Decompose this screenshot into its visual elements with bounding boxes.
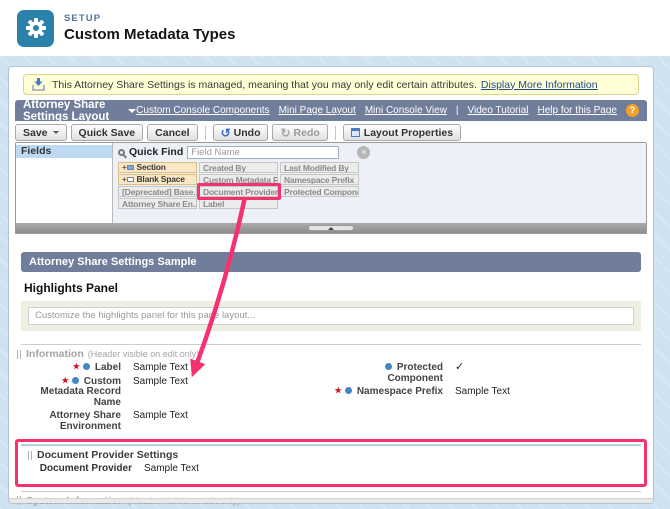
palette-item-last-modified-by[interactable]: Last Modified By	[280, 162, 359, 173]
layout-editor-panel: This Attorney Share Settings is managed,…	[8, 66, 654, 504]
managed-notice: This Attorney Share Settings is managed,…	[23, 74, 639, 95]
section-divider	[21, 491, 641, 492]
sample-value: Sample Text	[455, 387, 510, 398]
field-dot-icon	[72, 377, 79, 384]
field-row-document-provider[interactable]: Document Provider Sample Text	[28, 464, 634, 475]
section-name: Document Provider Settings	[37, 449, 178, 461]
clear-icon[interactable]: ×	[357, 146, 370, 159]
collapse-arrow-icon	[328, 224, 334, 230]
video-tutorial-link[interactable]: Video Tutorial	[468, 105, 529, 116]
mini-page-layout-link[interactable]: Mini Page Layout	[279, 105, 356, 116]
editor-toolbar: Save Quick Save Cancel ↺ Undo ↻ Redo Lay…	[13, 123, 649, 142]
palette-item-blank-space[interactable]: + Blank Space	[118, 174, 197, 185]
links-divider: |	[456, 105, 459, 116]
layout-title-menu[interactable]: Attorney Share Settings Layout	[23, 99, 136, 123]
required-icon: ★	[62, 376, 69, 385]
palette-item-namespace-prefix[interactable]: Namespace Prefix	[280, 174, 359, 185]
gear-icon	[17, 10, 54, 47]
palette-item-document-provider[interactable]: Document Provider	[199, 186, 278, 197]
chevron-down-icon	[53, 131, 59, 137]
field-row-attorney-share-environment[interactable]: Attorney Share Environment Sample Text	[17, 411, 331, 432]
field-dot-icon	[345, 387, 352, 394]
mini-console-view-link[interactable]: Mini Console View	[365, 105, 447, 116]
palette-item-custom-metadata-record-name[interactable]: Custom Metadata R...	[199, 174, 278, 185]
quick-find-input[interactable]	[187, 146, 339, 159]
palette-bottom-bar	[16, 223, 646, 233]
required-icon: ★	[335, 386, 342, 395]
sample-value: Sample Text	[144, 464, 199, 475]
plus-icon: +	[122, 162, 126, 173]
layout-properties-icon	[351, 128, 360, 137]
section-icon	[127, 165, 134, 170]
notice-text: This Attorney Share Settings is managed,…	[52, 79, 477, 91]
custom-console-components-link[interactable]: Custom Console Components	[136, 105, 269, 116]
setup-header: SETUP Custom Metadata Types	[0, 0, 670, 57]
highlights-panel-placeholder: Customize the highlights panel for this …	[28, 307, 634, 325]
palette-grid: + Section Created By Last Modified By + …	[118, 162, 641, 209]
palette-item-deprecated-base[interactable]: [Deprecated] Base...	[118, 186, 197, 197]
blank-space-icon	[127, 177, 134, 182]
chevron-down-icon	[128, 109, 136, 117]
section-top-divider	[21, 444, 641, 446]
panel-footer	[9, 498, 653, 503]
checkbox-checked-icon: ✓	[455, 362, 464, 384]
cancel-button[interactable]: Cancel	[147, 124, 197, 141]
highlights-panel[interactable]: Customize the highlights panel for this …	[21, 301, 641, 331]
drag-handle-icon	[28, 451, 32, 460]
section-name: Information	[26, 348, 84, 360]
section-divider	[21, 344, 641, 345]
field-palette: Fields Quick Find × + Section	[15, 142, 647, 234]
sidebar-item-fields[interactable]: Fields	[16, 145, 112, 158]
palette-item-attorney-share-environment[interactable]: Attorney Share En...	[118, 198, 197, 209]
section-document-provider-settings-highlight: Document Provider Settings Document Prov…	[15, 439, 647, 487]
field-dot-icon	[385, 363, 392, 370]
layout-title: Attorney Share Settings Layout	[23, 99, 122, 123]
page-title: Custom Metadata Types	[64, 26, 235, 43]
field-row-namespace-prefix[interactable]: ★Namespace Prefix Sample Text	[331, 387, 645, 398]
sample-title-bar: Attorney Share Settings Sample	[21, 252, 641, 272]
palette-canvas: Quick Find × + Section Created By Last M…	[113, 143, 646, 223]
section-note: (Header visible on edit only)	[88, 349, 200, 359]
managed-package-icon	[32, 78, 45, 91]
setup-eyebrow: SETUP	[64, 13, 235, 24]
undo-button[interactable]: ↺ Undo	[213, 124, 269, 141]
section-information: Information (Header visible on edit only…	[9, 348, 653, 435]
save-button[interactable]: Save	[15, 124, 67, 141]
page: SETUP Custom Metadata Types This Attorne…	[0, 0, 670, 509]
highlights-panel-title: Highlights Panel	[24, 281, 653, 295]
redo-icon: ↻	[280, 126, 290, 140]
plus-icon: +	[122, 174, 126, 185]
field-row-protected-component[interactable]: Protected Component ✓	[331, 363, 645, 384]
toolbar-separator	[205, 126, 206, 140]
sample-value: Sample Text	[133, 377, 188, 409]
palette-item-created-by[interactable]: Created By	[199, 162, 278, 173]
field-row-label[interactable]: ★Label Sample Text	[17, 363, 331, 374]
search-icon	[118, 149, 125, 156]
undo-icon: ↺	[221, 126, 231, 140]
palette-item-label[interactable]: Label	[199, 198, 278, 209]
palette-item-protected-component[interactable]: Protected Component	[280, 186, 359, 197]
drag-handle-icon	[17, 350, 21, 359]
quick-save-button[interactable]: Quick Save	[71, 124, 144, 141]
toolbar-separator	[335, 126, 336, 140]
palette-item-section[interactable]: + Section	[118, 162, 197, 173]
layout-properties-button[interactable]: Layout Properties	[343, 124, 461, 141]
display-more-information-link[interactable]: Display More Information	[481, 79, 598, 91]
palette-collapse-handle[interactable]	[308, 225, 354, 231]
field-dot-icon	[83, 363, 90, 370]
sample-value: Sample Text	[133, 411, 188, 432]
quick-find-label: Quick Find	[129, 146, 183, 158]
help-for-this-page-link[interactable]: Help for this Page	[538, 105, 618, 116]
layout-title-bar: Attorney Share Settings Layout Custom Co…	[15, 100, 647, 121]
help-icon[interactable]: ?	[626, 104, 639, 117]
required-icon: ★	[73, 362, 80, 371]
sample-value: Sample Text	[133, 363, 188, 374]
palette-sidebar: Fields	[16, 143, 113, 223]
field-row-custom-metadata-record-name[interactable]: ★Custom Metadata Record Name Sample Text	[17, 377, 331, 409]
redo-button[interactable]: ↻ Redo	[272, 124, 327, 141]
